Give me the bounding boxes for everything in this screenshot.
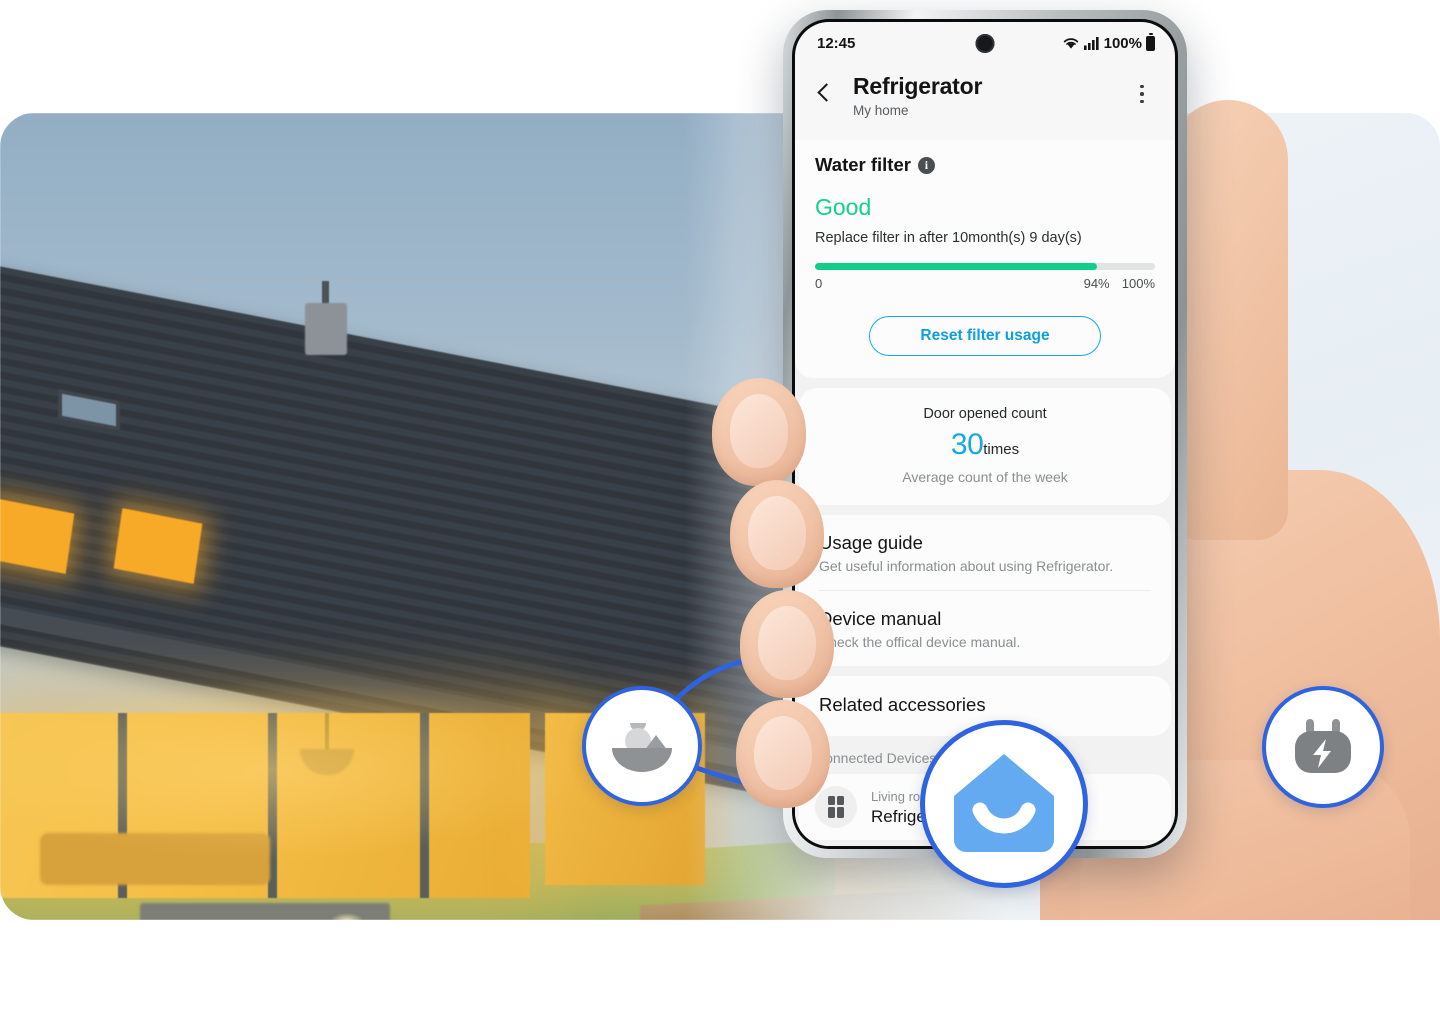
usage-guide-row[interactable]: Usage guide Get useful information about… (799, 515, 1171, 590)
door-count-label: Door opened count (923, 406, 1047, 422)
water-filter-status: Good (815, 194, 872, 220)
status-bar: 12:45 100% (795, 22, 1175, 64)
wifi-icon (1063, 38, 1078, 49)
food-badge[interactable] (582, 686, 702, 806)
fridge-door-bl (827, 807, 835, 818)
more-options-icon-dot2 (1140, 92, 1144, 96)
power-plug-icon (1295, 719, 1351, 773)
door-count-sub: Average count of the week (902, 469, 1068, 485)
middle-finger (730, 480, 824, 588)
info-rows-card: Usage guide Get useful information about… (799, 515, 1171, 666)
more-options-icon (1140, 84, 1144, 89)
page-subtitle: My home (853, 102, 909, 118)
water-filter-card: Water filter i Good Replace filter in af… (795, 140, 1175, 378)
smartthings-badge[interactable] (920, 720, 1088, 888)
little-finger (736, 700, 830, 808)
water-filter-header: Water filter i (815, 154, 1155, 176)
refrigerator-glyph (827, 796, 845, 818)
section-gap-2 (795, 505, 1175, 515)
water-filter-description: Replace filter in after 10month(s) 9 day… (815, 230, 1082, 246)
ring-finger-nail (758, 606, 816, 680)
cellular-signal-icon (1083, 37, 1099, 50)
chimney (305, 303, 347, 355)
battery-percent: 100% (1103, 34, 1142, 52)
fridge-door-tl (827, 796, 835, 805)
device-manual-title: Device manual (819, 608, 942, 629)
usage-guide-title: Usage guide (819, 532, 923, 553)
progress-value-label: 94% (1083, 276, 1110, 291)
usage-guide-sub: Get useful information about using Refri… (819, 558, 1114, 574)
page-title: Refrigerator (853, 73, 983, 99)
back-chevron-icon (816, 82, 836, 102)
front-camera-punch-hole (975, 34, 995, 53)
related-accessories-title: Related accessories (819, 694, 986, 715)
status-time: 12:45 (817, 34, 856, 52)
section-gap-3 (795, 666, 1175, 676)
device-manual-row[interactable]: Device manual Check the offical device m… (799, 591, 1171, 666)
reset-filter-usage-button[interactable]: Reset filter usage (869, 316, 1101, 356)
section-gap-1 (795, 378, 1175, 388)
door-count-value-row: 30times (799, 428, 1171, 462)
app-bar-titles: Refrigerator My home (853, 72, 1117, 118)
little-finger-nail (754, 716, 812, 790)
progress-max-label: 100% (1121, 276, 1155, 291)
water-filter-title: Water filter (815, 154, 911, 175)
filter-progress-fill (815, 263, 1098, 270)
filter-progress-labels: 0 94% 100% (815, 276, 1155, 294)
battery-icon (1146, 32, 1155, 51)
ring-finger (740, 590, 834, 698)
progress-min-label: 0 (815, 276, 823, 291)
back-button[interactable] (809, 72, 843, 112)
bottom-white-area (0, 920, 1440, 1035)
more-options-button[interactable] (1127, 72, 1157, 112)
fridge-door-tr (836, 796, 844, 805)
fridge-door-br (836, 807, 844, 818)
status-indicators: 100% (1062, 32, 1155, 52)
index-finger (712, 378, 806, 486)
index-finger-nail (730, 394, 788, 468)
screenshot-root: 12:45 100% Refrigerator My home Water fi… (0, 0, 1440, 1035)
door-opened-count-card: Door opened count 30times Average count … (799, 388, 1171, 505)
refrigerator-icon (815, 786, 857, 828)
food-bowl-icon (612, 723, 672, 772)
power-badge[interactable] (1262, 686, 1384, 808)
smartthings-home-icon (954, 754, 1054, 852)
filter-progress-track (815, 263, 1155, 270)
device-manual-sub: Check the offical device manual. (819, 634, 1021, 650)
info-icon[interactable]: i (917, 156, 935, 174)
lawn-light-glow (0, 680, 580, 860)
middle-finger-nail (748, 496, 806, 570)
door-count-number: 30 (950, 428, 984, 461)
door-count-unit: times (983, 441, 1020, 458)
more-options-icon-dot3 (1140, 99, 1144, 104)
app-bar: Refrigerator My home (795, 64, 1175, 140)
